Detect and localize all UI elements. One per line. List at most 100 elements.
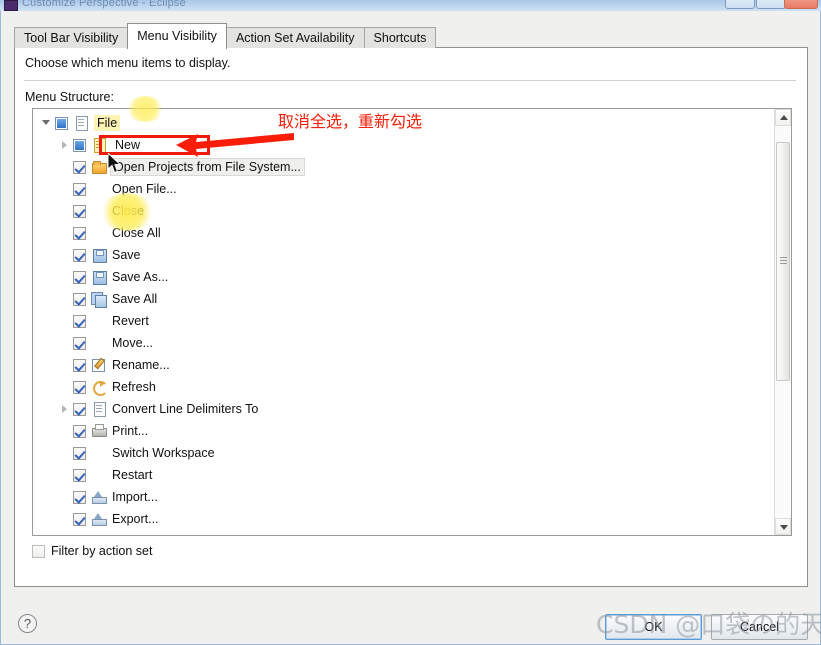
tree-item-checkbox[interactable] — [73, 182, 86, 196]
tree-twisty-placeholder — [57, 225, 73, 241]
tree-row[interactable]: Export... — [33, 508, 775, 530]
tree-item-icon-placeholder — [91, 203, 107, 219]
impexp-icon — [91, 489, 107, 505]
tree-item-checkbox[interactable] — [73, 402, 86, 416]
save-icon — [91, 269, 107, 285]
tree-item-checkbox[interactable] — [73, 314, 86, 328]
tree-item-label: Print... — [112, 424, 149, 438]
minimize-button[interactable] — [725, 0, 755, 9]
tree-twisty-placeholder — [57, 445, 73, 461]
tree-row[interactable]: New — [33, 134, 775, 156]
tree-item-checkbox[interactable] — [73, 380, 86, 394]
tree-item-checkbox[interactable] — [73, 336, 86, 350]
refresh-icon — [91, 379, 108, 396]
tree-item-label: Convert Line Delimiters To — [112, 402, 259, 416]
help-icon[interactable]: ? — [18, 614, 37, 633]
tree-row[interactable]: Revert — [33, 310, 775, 332]
tree-item-checkbox[interactable] — [73, 490, 86, 504]
panel-divider — [24, 80, 796, 81]
tree-item-checkbox[interactable] — [73, 358, 86, 372]
tree-row[interactable]: Print... — [33, 420, 775, 442]
tree-item-label: Move... — [112, 336, 153, 350]
tree-row[interactable]: Switch Workspace — [33, 442, 775, 464]
tree-twisty-placeholder — [57, 181, 73, 197]
tree-item-checkbox[interactable] — [73, 446, 86, 460]
tree-expand-arrow-icon[interactable] — [39, 115, 55, 131]
filter-by-action-set-row[interactable]: Filter by action set — [32, 544, 152, 558]
tree-item-label: Save — [112, 248, 141, 262]
tree-item-checkbox[interactable] — [73, 512, 86, 526]
tree-row[interactable]: Open Projects from File System... — [33, 156, 775, 178]
tree-row[interactable]: Save — [33, 244, 775, 266]
tree-row[interactable]: Move... — [33, 332, 775, 354]
tree-item-icon-placeholder — [91, 533, 107, 535]
tree-twisty-placeholder — [57, 379, 73, 395]
tree-item-checkbox[interactable] — [73, 160, 86, 174]
tree-item-label: Open File... — [112, 182, 177, 196]
ok-button[interactable]: OK — [605, 614, 702, 640]
tab-action-set-availability[interactable]: Action Set Availability — [225, 27, 365, 48]
tree-item-label: Export... — [112, 512, 159, 526]
tree-twisty-placeholder — [57, 357, 73, 373]
tree-row[interactable]: Close — [33, 200, 775, 222]
tree-twisty-placeholder — [57, 423, 73, 439]
tree-item-checkbox[interactable] — [73, 248, 86, 262]
scrollbar-thumb[interactable] — [776, 141, 790, 381]
tree-item-icon-placeholder — [91, 467, 107, 483]
tree-expand-arrow-icon[interactable] — [57, 137, 73, 153]
tab-tool-bar-visibility[interactable]: Tool Bar Visibility — [14, 27, 129, 48]
filter-by-action-set-checkbox[interactable] — [32, 544, 45, 558]
rename-icon — [91, 357, 107, 373]
annotation-text: 取消全选，重新勾选 — [278, 112, 423, 131]
doc-icon — [91, 401, 107, 417]
tree-item-checkbox[interactable] — [73, 270, 86, 284]
maximize-button[interactable] — [756, 0, 786, 9]
tree-twisty-placeholder — [57, 335, 73, 351]
tree-twisty-placeholder — [57, 313, 73, 329]
tree-item-checkbox[interactable] — [73, 138, 86, 152]
tree-item-checkbox[interactable] — [73, 468, 86, 482]
filter-by-action-set-label: Filter by action set — [51, 544, 153, 558]
print-icon — [91, 423, 107, 439]
menu-structure-tree[interactable]: File New Open Projects from File System...… — [32, 108, 792, 536]
dialog-body: Tool Bar Visibility Menu Visibility Acti… — [0, 11, 821, 645]
saveall-icon — [91, 291, 107, 308]
scroll-down-arrow-icon[interactable] — [775, 518, 791, 535]
close-button[interactable] — [784, 0, 818, 9]
tree-row[interactable]: Convert Line Delimiters To — [33, 398, 775, 420]
scroll-up-arrow-icon[interactable] — [775, 109, 791, 126]
tree-expand-arrow-icon[interactable] — [57, 401, 73, 417]
tree-item-icon-placeholder — [91, 335, 107, 351]
tree-row[interactable]: Restart — [33, 464, 775, 486]
tree-vertical-scrollbar[interactable] — [774, 109, 791, 535]
tree-item-label: Rename... — [112, 358, 170, 372]
tree-row[interactable]: Import... — [33, 486, 775, 508]
tree-item-checkbox[interactable] — [73, 292, 86, 306]
tree-twisty-placeholder — [57, 203, 73, 219]
tree-item-icon-placeholder — [91, 225, 107, 241]
tree-item-checkbox[interactable] — [73, 424, 86, 438]
tree-item-checkbox[interactable] — [73, 534, 86, 535]
tree-item-checkbox[interactable] — [73, 226, 86, 240]
tree-row[interactable]: Properties — [33, 530, 775, 535]
cancel-button[interactable]: Cancel — [711, 614, 808, 640]
tree-item-label: File — [94, 115, 121, 131]
tree-row[interactable]: Open File... — [33, 178, 775, 200]
tab-menu-visibility[interactable]: Menu Visibility — [127, 23, 227, 49]
folder-icon — [91, 159, 107, 175]
tree-row[interactable]: Refresh — [33, 376, 775, 398]
tree-row[interactable]: Rename... — [33, 354, 775, 376]
tree-row[interactable]: Save As... — [33, 266, 775, 288]
panel-description: Choose which menu items to display. — [25, 56, 231, 70]
tree-item-checkbox[interactable] — [55, 116, 68, 130]
tree-item-label: Import... — [112, 490, 158, 504]
tree-item-label: New — [115, 138, 141, 152]
app-icon — [4, 0, 18, 11]
tab-shortcuts[interactable]: Shortcuts — [363, 27, 437, 48]
tree-twisty-placeholder — [57, 291, 73, 307]
tree-item-checkbox[interactable] — [73, 204, 86, 218]
tree-rows: File New Open Projects from File System...… — [33, 109, 775, 535]
tree-row[interactable]: Close All — [33, 222, 775, 244]
tree-row[interactable]: Save All — [33, 288, 775, 310]
tree-item-icon-placeholder — [91, 181, 107, 197]
